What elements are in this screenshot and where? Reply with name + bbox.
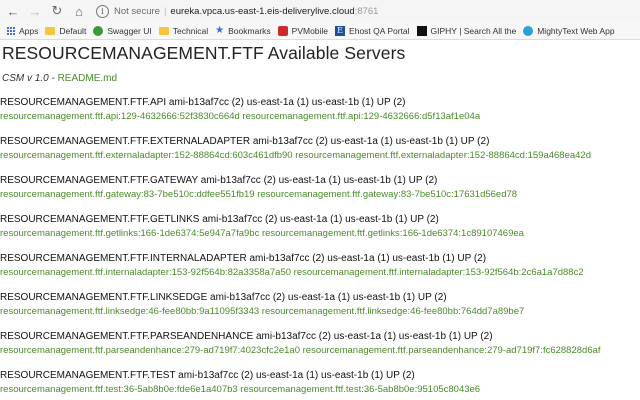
- ehost-icon: E: [335, 25, 346, 36]
- server-name: RESOURCEMANAGEMENT.FTF.GETLINKS: [0, 214, 200, 225]
- bookmark-ehost-qa-portal[interactable]: E Ehost QA Portal: [335, 25, 410, 36]
- server-header: RESOURCEMANAGEMENT.FTF.PARSEANDENHANCE a…: [0, 330, 640, 344]
- server-details: ami-b13af7cc (2) us-east-1a (1) us-east-…: [168, 97, 406, 108]
- bookmark-label: MightyText Web App: [537, 25, 615, 36]
- server-details: ami-b13af7cc (2) us-east-1a (1) us-east-…: [210, 292, 447, 303]
- server-name: RESOURCEMANAGEMENT.FTF.EXTERNALADAPTER: [0, 136, 251, 147]
- server-entry: RESOURCEMANAGEMENT.FTF.PARSEANDENHANCE a…: [0, 330, 640, 357]
- server-entry: RESOURCEMANAGEMENT.FTF.API ami-b13af7cc …: [0, 96, 640, 123]
- server-name: RESOURCEMANAGEMENT.FTF.INTERNALADAPTER: [0, 253, 247, 264]
- server-details: ami-b13af7cc (2) us-east-1a (1) us-east-…: [202, 214, 439, 225]
- bookmark-technical[interactable]: Technical: [158, 25, 209, 36]
- bookmark-giphy[interactable]: GIPHY | Search All the: [416, 25, 517, 36]
- server-instance-links[interactable]: resourcemanagement.ftf.externaladapter:1…: [0, 149, 640, 162]
- star-icon: ★: [215, 24, 225, 36]
- url-field[interactable]: i Not secure | eureka.vpca.us-east-1.eis…: [96, 3, 640, 19]
- page-content: RESOURCEMANAGEMENT.FTF Available Servers…: [2, 42, 638, 86]
- bookmark-label: Default: [59, 25, 87, 36]
- server-instance-links[interactable]: resourcemanagement.ftf.getlinks:166-1de6…: [0, 227, 640, 240]
- bookmark-default[interactable]: Default: [45, 26, 86, 36]
- server-name: RESOURCEMANAGEMENT.FTF.PARSEANDENHANCE: [0, 331, 254, 342]
- pvmobile-icon: [277, 25, 288, 36]
- folder-icon: [158, 26, 169, 35]
- apps-grid-icon: [7, 26, 15, 35]
- server-details: ami-b13af7cc (2) us-east-1a (1) us-east-…: [178, 370, 415, 381]
- server-instance-links[interactable]: resourcemanagement.ftf.parseandenhance:2…: [0, 344, 640, 357]
- address-bar: ← → ↻ ⌂ i Not secure | eureka.vpca.us-ea…: [0, 0, 640, 23]
- bookmark-label: Swagger UI: [107, 25, 152, 36]
- giphy-icon: [416, 25, 427, 36]
- server-entry: RESOURCEMANAGEMENT.FTF.TEST ami-b13af7cc…: [0, 369, 640, 396]
- bookmark-label: PVMobile: [291, 25, 329, 36]
- server-entry: RESOURCEMANAGEMENT.FTF.INTERNALADAPTER a…: [0, 252, 640, 279]
- version-line: CSM v 1.0 - README.md: [2, 72, 638, 86]
- server-details: ami-b13af7cc (2) us-east-1a (1) us-east-…: [249, 253, 487, 264]
- server-instance-links[interactable]: resourcemanagement.ftf.api:129-4632666:5…: [0, 110, 640, 123]
- server-details: ami-b13af7cc (2) us-east-1a (1) us-east-…: [200, 175, 438, 186]
- server-name: RESOURCEMANAGEMENT.FTF.TEST: [0, 370, 176, 381]
- reload-icon[interactable]: ↻: [48, 2, 66, 20]
- bookmark-label: Ehost QA Portal: [349, 25, 410, 36]
- folder-icon: [45, 26, 56, 35]
- server-header: RESOURCEMANAGEMENT.FTF.INTERNALADAPTER a…: [0, 252, 640, 266]
- server-name: RESOURCEMANAGEMENT.FTF.LINKSEDGE: [0, 292, 208, 303]
- info-icon[interactable]: i: [96, 4, 109, 18]
- page-title: RESOURCEMANAGEMENT.FTF Available Servers: [2, 43, 406, 63]
- mightytext-icon: [523, 25, 534, 36]
- server-details: ami-b13af7cc (2) us-east-1a (1) us-east-…: [255, 331, 493, 342]
- server-instance-links[interactable]: resourcemanagement.ftf.internaladapter:1…: [0, 266, 640, 279]
- server-header: RESOURCEMANAGEMENT.FTF.API ami-b13af7cc …: [0, 96, 640, 110]
- server-entry: RESOURCEMANAGEMENT.FTF.GATEWAY ami-b13af…: [0, 174, 640, 201]
- server-name: RESOURCEMANAGEMENT.FTF.API: [0, 97, 167, 108]
- bookmark-swagger-ui[interactable]: Swagger UI: [93, 25, 152, 36]
- server-entry: RESOURCEMANAGEMENT.FTF.LINKSEDGE ami-b13…: [0, 291, 640, 318]
- forward-icon[interactable]: →: [26, 2, 44, 20]
- bookmark-apps[interactable]: Apps: [7, 26, 38, 36]
- server-details: ami-b13af7cc (2) us-east-1a (1) us-east-…: [252, 136, 490, 147]
- bookmark-mightytext[interactable]: MightyText Web App: [523, 25, 615, 36]
- server-instance-links[interactable]: resourcemanagement.ftf.linksedge:46-fee8…: [0, 305, 640, 318]
- bookmark-label: Bookmarks: [228, 25, 271, 36]
- bookmark-label: Technical: [172, 25, 209, 36]
- home-icon[interactable]: ⌂: [70, 2, 88, 20]
- bookmark-label: Apps: [19, 25, 39, 36]
- readme-link[interactable]: README.md: [58, 73, 117, 84]
- url-separator: |: [163, 5, 167, 17]
- bookmark-label: GIPHY | Search All the: [430, 25, 517, 36]
- back-icon[interactable]: ←: [4, 2, 22, 20]
- url-host: eureka.vpca.us-east-1.eis-deliverylive.c…: [170, 5, 355, 17]
- server-instance-links[interactable]: resourcemanagement.ftf.test:36-5ab8b0e:f…: [0, 383, 640, 396]
- server-header: RESOURCEMANAGEMENT.FTF.GETLINKS ami-b13a…: [0, 213, 640, 227]
- server-entry: RESOURCEMANAGEMENT.FTF.EXTERNALADAPTER a…: [0, 135, 640, 162]
- server-name: RESOURCEMANAGEMENT.FTF.GATEWAY: [0, 175, 198, 186]
- server-header: RESOURCEMANAGEMENT.FTF.LINKSEDGE ami-b13…: [0, 291, 640, 305]
- bookmark-bookmarks[interactable]: ★ Bookmarks: [215, 24, 271, 36]
- security-label: Not secure: [114, 5, 160, 17]
- bookmarks-bar: Apps Default Swagger UI Technical ★ Book…: [0, 22, 640, 40]
- version-label: CSM v 1.0 -: [2, 73, 58, 84]
- server-header: RESOURCEMANAGEMENT.FTF.EXTERNALADAPTER a…: [0, 135, 640, 149]
- url-port: :8761: [354, 5, 379, 17]
- server-header: RESOURCEMANAGEMENT.FTF.TEST ami-b13af7cc…: [0, 369, 640, 383]
- swagger-icon: [93, 25, 104, 36]
- server-header: RESOURCEMANAGEMENT.FTF.GATEWAY ami-b13af…: [0, 174, 640, 188]
- bookmark-pvmobile[interactable]: PVMobile: [277, 25, 329, 36]
- server-instance-links[interactable]: resourcemanagement.ftf.gateway:83-7be510…: [0, 188, 640, 201]
- server-entry: RESOURCEMANAGEMENT.FTF.GETLINKS ami-b13a…: [0, 213, 640, 240]
